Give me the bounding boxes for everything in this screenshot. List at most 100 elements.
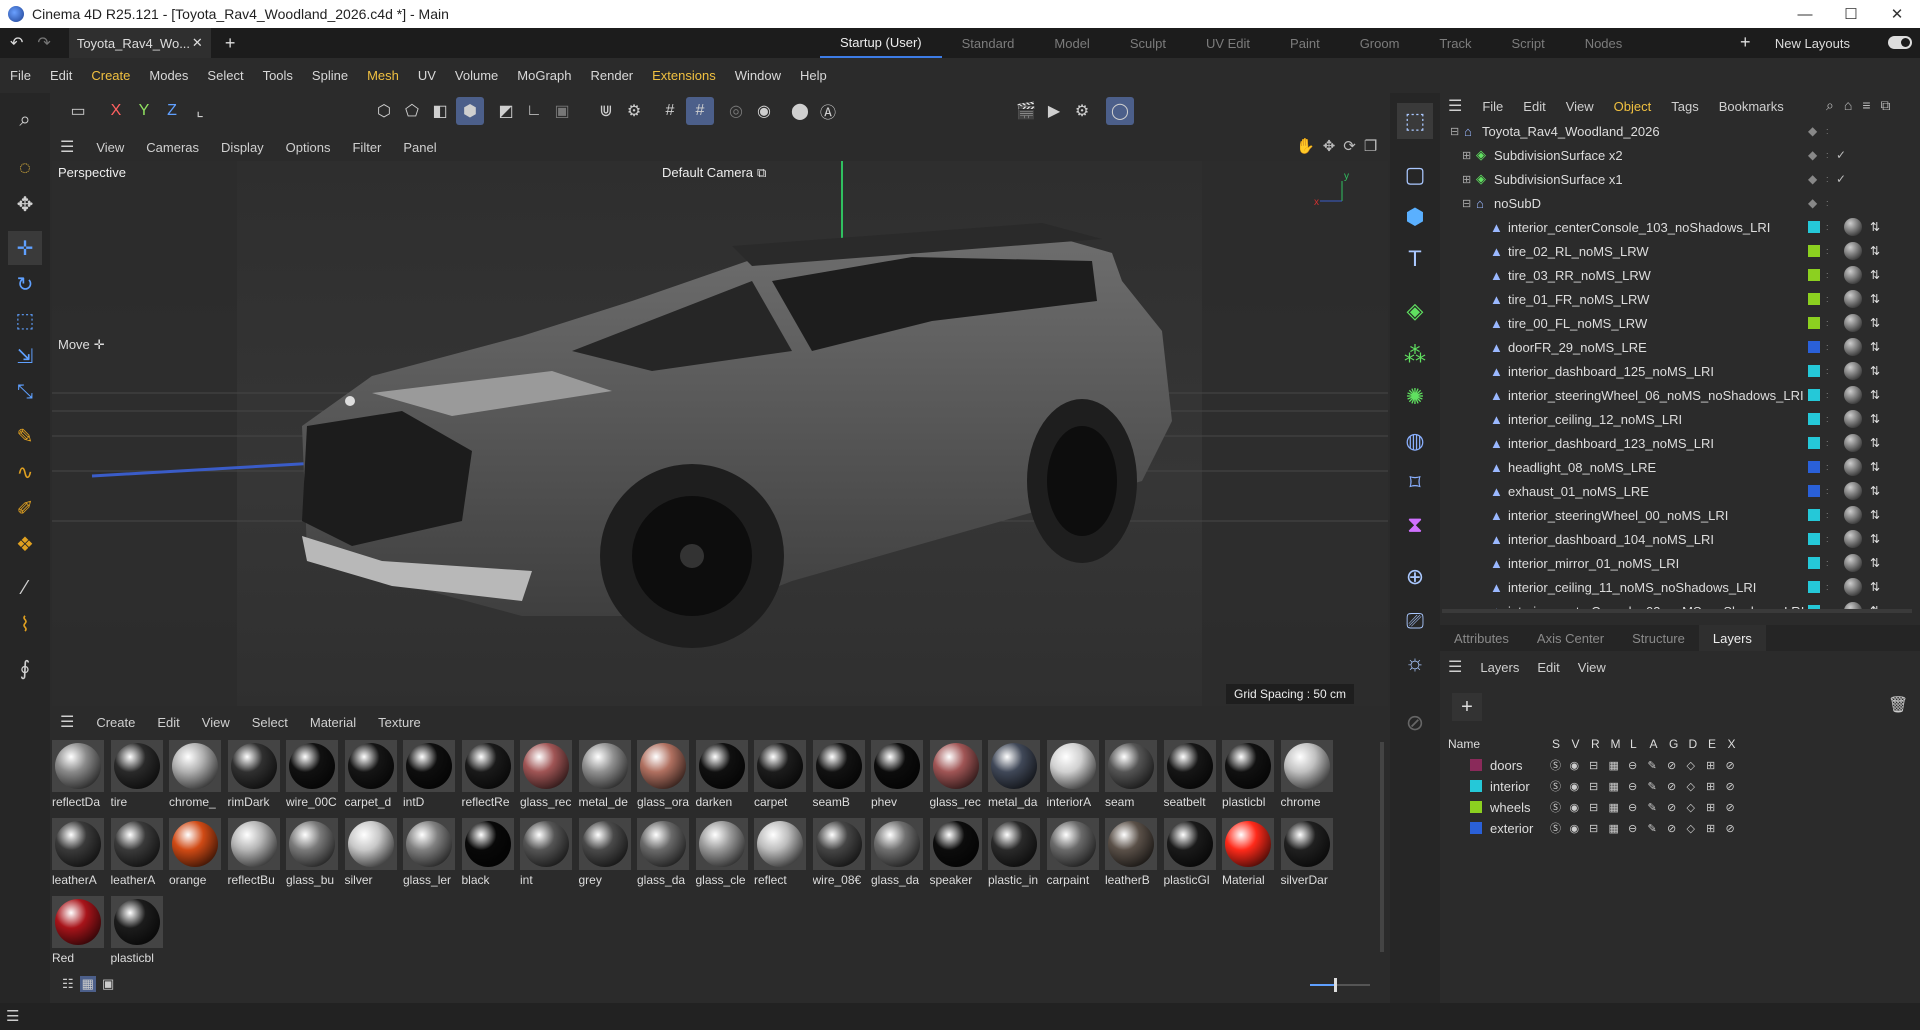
layer-row[interactable]: wheels Ⓢ ◉ ⊟ ▦ ⊖ ✎ ⊘ ◇ ⊞ ⊘ [1440, 797, 1920, 817]
layer-row[interactable]: interior Ⓢ ◉ ⊟ ▦ ⊖ ✎ ⊘ ◇ ⊞ ⊘ [1440, 776, 1920, 796]
object-menu-view[interactable]: View [1566, 99, 1594, 114]
layer-flag-icon[interactable]: ◇ [1687, 759, 1695, 772]
z-axis-lock[interactable]: Z [158, 97, 186, 125]
visibility-dots-icon[interactable]: : [1826, 223, 1829, 232]
expand-toggle-icon[interactable]: ⊟ [1450, 125, 1459, 138]
add-layout-button[interactable]: + [1740, 32, 1751, 53]
visibility-dots-icon[interactable]: : [1826, 463, 1829, 472]
visibility-dots-icon[interactable]: : [1826, 271, 1829, 280]
object-menu-edit[interactable]: Edit [1523, 99, 1545, 114]
layer-flag-icon[interactable]: ◉ [1570, 801, 1580, 814]
display-tag-icon[interactable]: ⇅ [1870, 268, 1880, 282]
material-swatch[interactable]: glass_da [637, 818, 691, 896]
menu-render[interactable]: Render [591, 68, 634, 83]
material-swatch[interactable]: reflectBu [227, 818, 282, 896]
grid-view-icon[interactable]: ▦ [79, 976, 96, 992]
viewport-menu-icon[interactable]: ☰ [60, 137, 74, 157]
material-swatch[interactable]: wire_00C [286, 740, 340, 818]
enabled-check-icon[interactable]: ✓ [1836, 148, 1846, 162]
points-mode-icon[interactable]: ⬡ [370, 97, 398, 125]
lock-icon[interactable]: ⬤ [786, 97, 814, 125]
layer-flag-icon[interactable]: ⊟ [1589, 801, 1598, 814]
maximize-view-icon[interactable]: ❐ [1364, 137, 1377, 155]
display-tag-icon[interactable]: ⇅ [1870, 532, 1880, 546]
layout-tab-8[interactable]: Script [1491, 28, 1564, 58]
material-tag-icon[interactable] [1844, 362, 1862, 380]
layer-flag-icon[interactable]: ◉ [1570, 759, 1580, 772]
material-menu-edit[interactable]: Edit [157, 715, 179, 730]
viewport-menu-filter[interactable]: Filter [352, 140, 381, 155]
attr-tab-structure[interactable]: Structure [1618, 625, 1699, 651]
material-tag-icon[interactable] [1844, 482, 1862, 500]
object-menu-tags[interactable]: Tags [1671, 99, 1698, 114]
generator-icon[interactable]: ◈ [1397, 293, 1433, 329]
object-menu-icon[interactable]: ☰ [1448, 96, 1462, 116]
layer-flag-icon[interactable]: ✎ [1648, 759, 1657, 772]
material-menu-select[interactable]: Select [252, 715, 288, 730]
light-icon[interactable]: ☼ [1397, 645, 1433, 681]
visibility-dots-icon[interactable]: : [1826, 487, 1829, 496]
material-swatch[interactable]: orange [169, 818, 223, 896]
layer-diamond-icon[interactable]: ◆ [1808, 196, 1817, 210]
layer-flag-icon[interactable]: ⊘ [1726, 801, 1735, 814]
interactive-render-icon[interactable]: ◯ [1106, 97, 1134, 125]
layer-flag-icon[interactable]: ▦ [1609, 759, 1619, 772]
object-item[interactable]: ▲ tire_03_RR_noMS_LRW: ⇅ [1440, 263, 1920, 287]
object-item[interactable]: ▲ tire_00_FL_noMS_LRW: ⇅ [1440, 311, 1920, 335]
menu-edit[interactable]: Edit [50, 68, 72, 83]
menu-spline[interactable]: Spline [312, 68, 348, 83]
layer-color-swatch[interactable] [1470, 759, 1482, 771]
polygons-mode-icon[interactable]: ◧ [426, 97, 454, 125]
material-swatch[interactable]: glass_rec [520, 740, 574, 818]
enabled-check-icon[interactable]: ✓ [1836, 172, 1846, 186]
layer-flag-icon[interactable]: ✎ [1648, 822, 1657, 835]
delete-layer-icon[interactable]: 🗑 [1888, 695, 1908, 715]
material-swatch[interactable]: tire [110, 740, 165, 818]
home-icon[interactable]: ⌂ [1844, 97, 1852, 114]
layer-diamond-icon[interactable]: ◆ [1808, 148, 1817, 162]
display-tag-icon[interactable]: ⇅ [1870, 340, 1880, 354]
visibility-dots-icon[interactable]: : [1826, 126, 1829, 136]
material-swatch[interactable]: carpaint [1046, 818, 1101, 896]
material-swatch[interactable]: seamB [812, 740, 867, 818]
object-item[interactable]: ▲ doorFR_29_noMS_LRE: ⇅ [1440, 335, 1920, 359]
layer-color-swatch[interactable] [1470, 822, 1482, 834]
material-menu-view[interactable]: View [202, 715, 230, 730]
snap-settings-icon[interactable]: ⚙ [620, 97, 648, 125]
move-tool-icon[interactable]: ✛ [8, 231, 42, 265]
object-item[interactable]: ▲ interior_steeringWheel_00_noMS_LRI: ⇅ [1440, 503, 1920, 527]
close-tab-icon[interactable]: ✕ [192, 35, 203, 51]
display-tag-icon[interactable]: ⇅ [1870, 244, 1880, 258]
deformer-icon[interactable]: ◍ [1397, 423, 1433, 459]
material-menu-texture[interactable]: Texture [378, 715, 421, 730]
material-swatch[interactable]: reflectDa [52, 740, 106, 818]
material-swatch[interactable]: intD [403, 740, 457, 818]
expand-toggle-icon[interactable]: ⊞ [1462, 173, 1471, 186]
menu-create[interactable]: Create [91, 68, 130, 83]
object-item[interactable]: ▲interior_centerConsole_03_noMS_noShadow… [1440, 599, 1920, 609]
object-item[interactable]: ▲ interior_centerConsole_103_noShadows_LR… [1440, 215, 1920, 239]
cube-icon[interactable]: ⬢ [1397, 199, 1433, 235]
material-swatch[interactable]: glass_bu [286, 818, 340, 896]
layer-flag-icon[interactable]: ⊘ [1667, 759, 1676, 772]
material-swatch[interactable]: plasticbl [1222, 740, 1276, 818]
y-axis-lock[interactable]: Y [130, 97, 158, 125]
render-picture-viewer-icon[interactable]: ▶ [1040, 97, 1068, 125]
material-swatch[interactable]: wire_08€ [812, 818, 867, 896]
material-swatch[interactable]: plastic_in [988, 818, 1042, 896]
search-icon[interactable]: ⌕ [8, 103, 42, 137]
render-view-icon[interactable]: 🎬 [1012, 97, 1040, 125]
layer-flag-icon[interactable]: ⊘ [1726, 780, 1735, 793]
coordinate-system-icon[interactable]: ⌞ [186, 97, 214, 125]
layers-menu-view[interactable]: View [1578, 660, 1606, 675]
status-menu-icon[interactable]: ☰ [6, 1007, 19, 1025]
layer-flag-icon[interactable]: ⊟ [1589, 822, 1598, 835]
spline-primitive-icon[interactable]: ▢ [1397, 157, 1433, 193]
display-tag-icon[interactable]: ⇅ [1870, 364, 1880, 378]
material-swatch[interactable]: grey [578, 818, 633, 896]
layer-flag-icon[interactable]: ▦ [1609, 780, 1619, 793]
visibility-dots-icon[interactable]: : [1826, 583, 1829, 592]
layer-flag-icon[interactable]: ⊞ [1706, 780, 1715, 793]
visibility-dots-icon[interactable]: : [1826, 391, 1829, 400]
search-objects-icon[interactable]: ⌕ [1826, 97, 1834, 114]
